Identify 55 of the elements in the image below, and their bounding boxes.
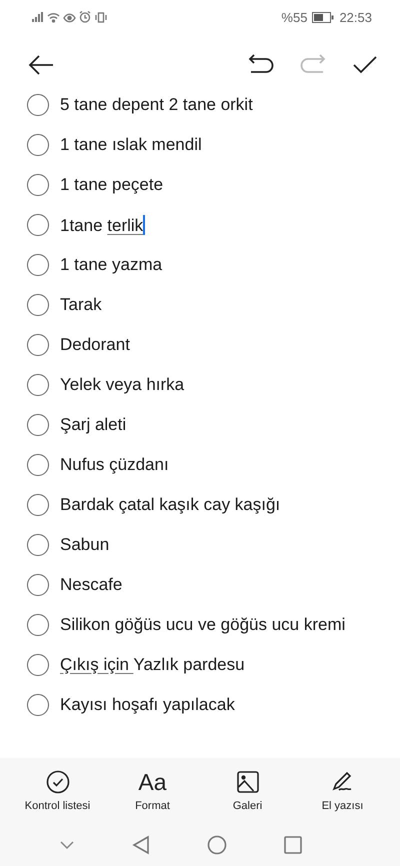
checklist-item-text: 1 tane yazma bbox=[60, 255, 162, 275]
checkbox[interactable] bbox=[27, 94, 49, 116]
battery-icon bbox=[312, 12, 334, 22]
clock-time: 22:53 bbox=[339, 10, 372, 24]
checkbox[interactable] bbox=[27, 334, 49, 356]
eye-icon bbox=[63, 12, 76, 22]
checkbox[interactable] bbox=[27, 494, 49, 516]
checkbox[interactable] bbox=[27, 174, 49, 196]
format-icon: Aa bbox=[138, 768, 167, 796]
checkbox[interactable] bbox=[27, 214, 49, 236]
vibrate-icon bbox=[94, 12, 108, 22]
checkbox[interactable] bbox=[27, 414, 49, 436]
battery-percent: %55 bbox=[281, 10, 308, 24]
checkbox[interactable] bbox=[27, 614, 49, 636]
checkbox[interactable] bbox=[27, 134, 49, 156]
checkbox[interactable] bbox=[27, 454, 49, 476]
signal-icon bbox=[32, 12, 44, 22]
redo-icon bbox=[300, 54, 326, 76]
toolbar-button[interactable]: Aa Format bbox=[108, 768, 198, 824]
checklist-item-text: 5 tane depent 2 tane orkit bbox=[60, 95, 253, 115]
checkbox[interactable] bbox=[27, 694, 49, 716]
triangle-back-icon bbox=[132, 835, 150, 856]
checklist-item-text: Sabun bbox=[60, 535, 110, 555]
checklist-item-text: 1 tane peçete bbox=[60, 175, 164, 195]
checklist-item-text: Şarj aleti bbox=[60, 415, 126, 435]
alarm-icon bbox=[79, 11, 91, 23]
checklist-item-text: Bardak çatal kaşık cay kaşığı bbox=[60, 495, 280, 515]
undo-icon bbox=[248, 54, 274, 76]
circle-home-icon bbox=[206, 835, 226, 856]
checklist-item-text: Silikon göğüs ucu ve göğüs ucu kremi bbox=[60, 615, 346, 635]
checkbox[interactable] bbox=[27, 654, 49, 676]
checkbox[interactable] bbox=[27, 254, 49, 276]
checkbox[interactable] bbox=[27, 294, 49, 316]
checklist-item-text: Nufus çüzdanı bbox=[60, 455, 169, 475]
checkbox[interactable] bbox=[27, 534, 49, 556]
back-arrow-icon bbox=[28, 54, 54, 76]
checklist-item-text: Nescafe bbox=[60, 575, 122, 595]
toolbar-button[interactable]: Galeri bbox=[202, 768, 292, 824]
checklist-item-text: Tarak bbox=[60, 295, 102, 315]
checklist-item-text: 1 tane ıslak mendil bbox=[60, 135, 202, 155]
toolbar-button[interactable]: El yazısı bbox=[298, 768, 388, 824]
checklist-item-text: Kayısı hoşafı yapılacak bbox=[60, 695, 235, 715]
toolbar-button[interactable]: Kontrol listesi bbox=[12, 768, 102, 824]
square-recents-icon bbox=[284, 836, 302, 854]
checklist-item-text: 1tane terlik bbox=[60, 214, 145, 236]
checklist-item-text: Yelek veya hırka bbox=[60, 375, 184, 395]
check-circle-icon bbox=[46, 770, 70, 794]
check-icon bbox=[352, 54, 378, 76]
checkbox[interactable] bbox=[27, 374, 49, 396]
image-icon bbox=[236, 770, 260, 794]
wifi-icon bbox=[47, 12, 60, 22]
checklist-item-text: Çıkış için Yazlık pardesu bbox=[60, 655, 245, 675]
checkbox[interactable] bbox=[27, 574, 49, 596]
chevron-down-icon bbox=[58, 840, 74, 850]
checklist-item-text: Dedorant bbox=[60, 335, 130, 355]
